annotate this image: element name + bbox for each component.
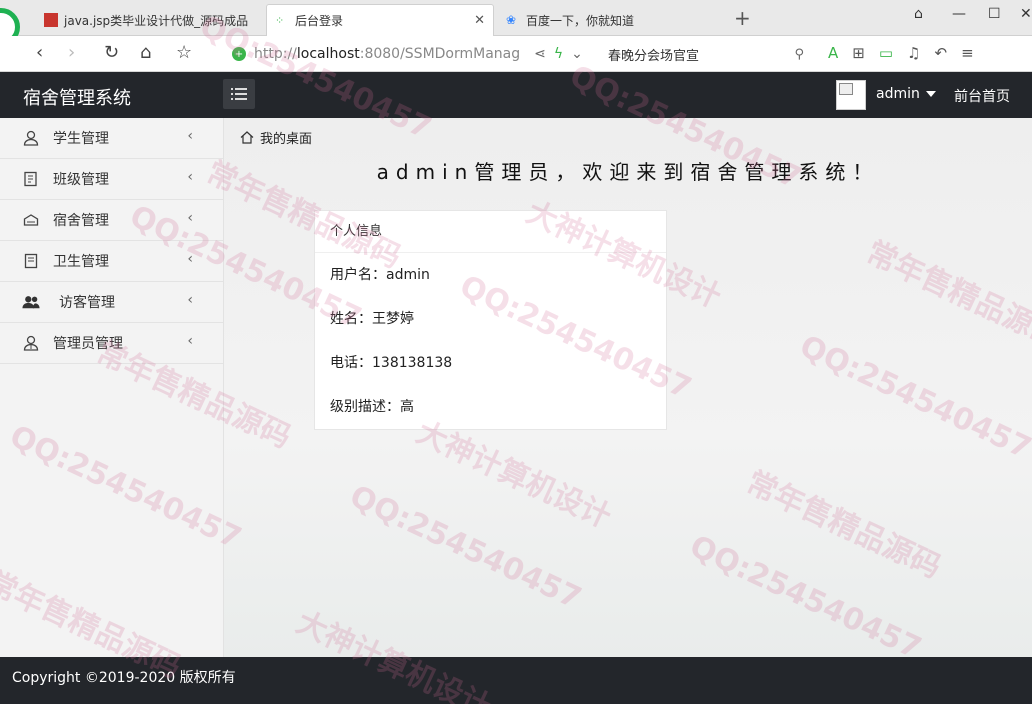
sidebar: 学生管理 ‹ 班级管理 ‹ 宿舍管理 ‹ 卫生管理 ‹ 访客管理 ‹ 管理员管理	[0, 118, 224, 657]
browser-search-input[interactable]: 春晚分会场官宣 ⚲	[608, 42, 804, 66]
url-prefix: http://	[254, 46, 297, 62]
browser-tab[interactable]: java.jsp类毕业设计代做_源码成品	[36, 4, 262, 36]
frontend-home-link[interactable]: 前台首页	[954, 86, 1010, 106]
card-title: 个人信息	[315, 211, 666, 253]
lightning-icon[interactable]: ϟ	[554, 46, 563, 62]
chevron-left-icon: ‹	[187, 169, 193, 185]
baidu-favicon-icon: ❀	[506, 13, 517, 27]
main-content: 我的桌面 admin管理员，欢迎来到宿舍管理系统！ 个人信息 用户名：admin…	[224, 118, 1032, 657]
app-header: 宿舍管理系统 admin 前台首页	[0, 72, 1032, 118]
menu-icon[interactable]: ≡	[961, 44, 974, 62]
list-icon	[231, 88, 247, 100]
new-tab-icon[interactable]: +	[734, 6, 751, 30]
home-icon[interactable]: ⌂	[140, 42, 151, 63]
browser-toolbar: ‹ › ↻ ⌂ ☆ + http://localhost:8080/SSMDor…	[0, 36, 1032, 72]
dorm-icon	[22, 211, 40, 229]
caret-down-icon	[925, 91, 936, 97]
sidebar-item-label: 宿舍管理	[53, 213, 109, 229]
browser-tab-bar: java.jsp类毕业设计代做_源码成品 ⁘ 后台登录 ✕ ❀ 百度一下，你就知…	[0, 0, 1032, 46]
undo-icon[interactable]: ↶	[934, 44, 947, 62]
breadcrumb[interactable]: 我的桌面	[240, 128, 312, 147]
site-favicon-icon: ⁘	[275, 13, 285, 27]
tab-title: 后台登录	[295, 14, 344, 28]
close-tab-icon[interactable]: ✕	[474, 13, 485, 28]
sidebar-item-classes[interactable]: 班级管理 ‹	[0, 159, 223, 200]
chevron-left-icon: ‹	[187, 128, 193, 144]
secure-shield-icon: +	[232, 47, 246, 61]
extension-icons: A ⊞ ▭ ♫ ↶ ≡	[828, 44, 974, 62]
browser-tab-active[interactable]: ⁘ 后台登录 ✕	[266, 4, 494, 36]
chevron-left-icon: ‹	[187, 210, 193, 226]
chevron-down-icon[interactable]: ⌄	[571, 46, 583, 62]
copyright-text: Copyright ©2019-2020 版权所有	[12, 670, 236, 686]
class-icon	[22, 170, 40, 188]
profile-card: 个人信息 用户名：admin 姓名：王梦婷 电话：138138138 级别描述：…	[314, 210, 667, 430]
home-icon	[240, 131, 254, 144]
sidebar-item-dorms[interactable]: 宿舍管理 ‹	[0, 200, 223, 241]
welcome-message: admin管理员，欢迎来到宿舍管理系统！	[376, 160, 880, 184]
profile-phone: 电话：138138138	[330, 355, 453, 371]
address-bar[interactable]: + http://localhost:8080/SSMDormManag ⋖ ϟ…	[232, 42, 602, 66]
sidebar-item-label: 学生管理	[53, 131, 109, 147]
share-icon[interactable]: ⋖	[534, 46, 546, 62]
url-host: localhost	[296, 46, 360, 62]
tab-title: 百度一下，你就知道	[526, 13, 635, 28]
apps-grid-icon[interactable]: ⊞	[852, 44, 865, 62]
maximize-icon[interactable]: ☐	[988, 6, 1001, 22]
sidebar-item-hygiene[interactable]: 卫生管理 ‹	[0, 241, 223, 282]
translate-icon[interactable]: A	[828, 44, 838, 62]
avatar[interactable]	[836, 80, 866, 110]
sidebar-toggle-button[interactable]	[223, 79, 255, 109]
reload-icon[interactable]: ↻	[104, 42, 119, 63]
battery-icon[interactable]: ▭	[879, 44, 893, 62]
chevron-left-icon: ‹	[187, 333, 193, 349]
sidebar-item-visitors[interactable]: 访客管理 ‹	[0, 282, 223, 323]
notes-icon	[22, 252, 40, 270]
tab-title: java.jsp类毕业设计代做_源码成品	[64, 13, 249, 28]
profile-username: 用户名：admin	[330, 267, 430, 283]
headphones-icon[interactable]: ♫	[907, 44, 920, 62]
close-window-icon[interactable]: ✕	[1020, 6, 1032, 22]
sidebar-item-admins[interactable]: 管理员管理 ‹	[0, 323, 223, 364]
sidebar-item-label: 管理员管理	[53, 336, 123, 352]
user-dropdown[interactable]: admin	[876, 86, 936, 102]
back-icon[interactable]: ‹	[36, 42, 43, 63]
profile-name: 姓名：王梦婷	[330, 311, 414, 327]
browser-tab[interactable]: ❀ 百度一下，你就知道	[498, 4, 728, 36]
chevron-left-icon: ‹	[187, 292, 193, 308]
skin-icon[interactable]: ⌂	[914, 6, 923, 22]
forward-icon[interactable]: ›	[68, 42, 75, 63]
search-icon[interactable]: ⚲	[794, 47, 804, 62]
sidebar-item-label: 班级管理	[53, 172, 109, 188]
sidebar-item-label: 访客管理	[59, 295, 115, 311]
bookmark-star-icon[interactable]: ☆	[176, 42, 192, 63]
minimize-icon[interactable]: —	[952, 6, 966, 22]
search-text: 春晚分会场官宣	[608, 48, 700, 64]
profile-level: 级别描述：高	[330, 399, 414, 415]
user-icon	[22, 129, 40, 147]
breadcrumb-label: 我的桌面	[260, 132, 313, 147]
site-favicon-icon	[44, 13, 58, 27]
sidebar-item-students[interactable]: 学生管理 ‹	[0, 118, 223, 159]
footer: Copyright ©2019-2020 版权所有	[0, 657, 1032, 704]
url-rest: :8080/SSMDormManag	[359, 46, 521, 62]
app-title: 宿舍管理系统	[23, 88, 131, 109]
username: admin	[876, 86, 920, 102]
visitors-icon	[22, 293, 40, 311]
sidebar-item-label: 卫生管理	[53, 254, 109, 270]
admin-icon	[22, 334, 40, 352]
chevron-left-icon: ‹	[187, 251, 193, 267]
